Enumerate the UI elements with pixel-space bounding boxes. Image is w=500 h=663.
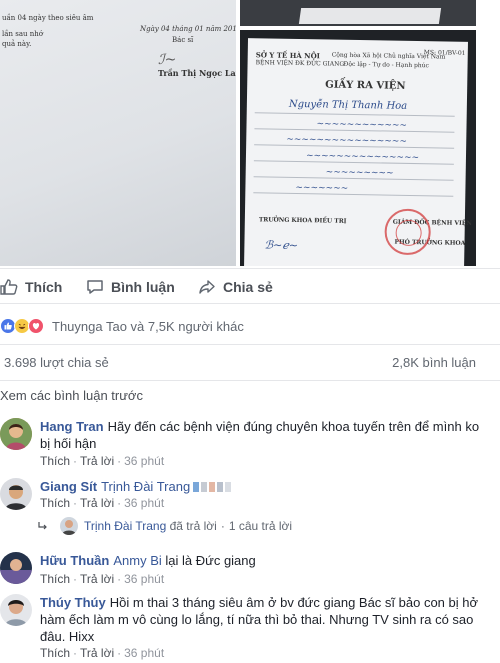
comment-reply-link[interactable]: Trả lời (80, 454, 114, 468)
reply-action: đã trả lời (169, 519, 217, 533)
replies-summary[interactable]: Trịnh Đài Trang đã trả lời · 1 câu trả lời (38, 516, 292, 536)
doc-handwriting: ~~~~~~~~~ (325, 167, 394, 179)
reactions-summary[interactable]: Thuynga Tao và 7,5K người khác (0, 314, 244, 338)
avatar[interactable] (0, 478, 32, 510)
comment-time[interactable]: 36 phút (124, 454, 164, 468)
doc-title: GIẤY RA VIỆN (325, 79, 406, 92)
comment-mention[interactable]: Anmy Bi (113, 553, 161, 568)
comment-body: Hang Tran Hãy đến các bệnh viện đúng chuy… (40, 418, 480, 452)
photo-discharge-paper[interactable]: SỞ Y TẾ HÀ NỘI BỆNH VIỆN ĐK ĐỨC GIANG Cộ… (240, 30, 476, 266)
doc-handwriting: ~~~~~~~~~~~~ (316, 119, 408, 131)
note-line: quả này. (2, 40, 32, 48)
note-date: Ngày 04 tháng 01 năm 2018 (140, 25, 236, 33)
share-icon (199, 280, 215, 294)
doc-rule (254, 112, 455, 117)
comment-like-link[interactable]: Thích (40, 646, 70, 660)
comment-author[interactable]: Thúy Thúy (40, 595, 106, 610)
doc-signature: ℬ~ℯ~ (264, 238, 299, 253)
comment-body: Thúy Thúy Hồi m thai 3 tháng siêu âm ở bv… (40, 594, 480, 645)
comment-author[interactable]: Giang Sít (40, 479, 97, 494)
comment-author[interactable]: Hang Tran (40, 419, 104, 434)
photo-top-strip[interactable] (240, 0, 476, 26)
comment-icon (87, 280, 103, 294)
comment-label: Bình luận (111, 279, 175, 295)
avatar[interactable] (0, 418, 32, 450)
divider (0, 344, 500, 345)
reply-count[interactable]: 1 câu trả lời (229, 519, 292, 533)
comment-time[interactable]: 36 phút (124, 496, 164, 510)
reaction-icons (0, 316, 52, 336)
comment-reply-link[interactable]: Trả lời (80, 496, 114, 510)
share-label: Chia sẻ (223, 279, 273, 295)
comment-like-link[interactable]: Thích (40, 496, 70, 510)
doc-rule (253, 192, 454, 197)
comment-like-link[interactable]: Thích (40, 454, 70, 468)
comment-reply-link[interactable]: Trả lời (80, 646, 114, 660)
photo-handwritten-note[interactable]: uần 04 ngày theo siêu âm lần sau nhớ quả… (0, 0, 236, 266)
doc-patient: Nguyễn Thị Thanh Hoa (288, 98, 408, 112)
like-label: Thích (25, 279, 63, 295)
discharge-document: SỞ Y TẾ HÀ NỘI BỆNH VIỆN ĐK ĐỨC GIANG Cộ… (244, 38, 472, 266)
comment-meta: Thích · Trả lời · 36 phút (40, 572, 165, 586)
avatar-image (60, 517, 78, 535)
comment-mention[interactable]: Trịnh Đài Trang (101, 479, 190, 494)
doc-dept-head: TRƯỞNG KHOA ĐIỀU TRỊ (258, 216, 347, 225)
comment-meta: Thích · Trả lời · 36 phút (40, 646, 165, 660)
comment-time[interactable]: 36 phút (124, 572, 164, 586)
doc-form-no: MS: 01/BV-01 (423, 49, 466, 57)
comment-body: Hữu Thuần Anmy Bi lại là Đức giang (40, 552, 480, 569)
shares-count[interactable]: 3.698 lượt chia sẻ (4, 355, 109, 370)
paper-strip (298, 8, 442, 24)
share-button[interactable]: Chia sẻ (198, 269, 273, 305)
reply-avatar (60, 517, 78, 535)
like-button[interactable]: Thích (0, 269, 62, 305)
signature-mark: ℐ~ (158, 52, 177, 68)
comment-text: lại là Đức giang (165, 553, 256, 568)
reply-arrow-icon (38, 522, 47, 530)
comment-meta: Thích · Trả lời · 36 phút (40, 454, 165, 468)
red-stamp (384, 208, 432, 256)
comments-count[interactable]: 2,8K bình luận (392, 355, 476, 370)
avatar[interactable] (0, 594, 32, 626)
comment-time[interactable]: 36 phút (124, 646, 164, 660)
avatar[interactable] (0, 552, 32, 584)
note-role: Bác sĩ (172, 36, 194, 44)
avatar-image (0, 478, 32, 510)
comment-button[interactable]: Bình luận (86, 269, 175, 305)
comment-body: Giang Sít Trịnh Đài Trang (40, 478, 480, 496)
comment-reply-link[interactable]: Trả lời (80, 572, 114, 586)
note-signer: Trần Thị Ngọc Lan (158, 68, 236, 78)
love-reaction-icon (28, 318, 44, 334)
doc-handwriting: ~~~~~~~ (295, 182, 349, 194)
reply-author[interactable]: Trịnh Đài Trang (84, 519, 166, 533)
post-photos: uần 04 ngày theo siêu âm lần sau nhớ quả… (0, 0, 500, 268)
avatar-image (0, 552, 32, 584)
doc-motto: Độc lập - Tự do - Hạnh phúc (343, 60, 429, 70)
note-line: lần sau nhớ (2, 30, 43, 38)
divider (0, 380, 500, 381)
post-stats: 3.698 lượt chia sẻ 2,8K bình luận (0, 352, 500, 374)
censored-blur (193, 479, 233, 496)
post-action-bar: Thích Bình luận Chia sẻ (0, 268, 500, 304)
comment-meta: Thích · Trả lời · 36 phút (40, 496, 165, 510)
comment-author[interactable]: Hữu Thuần (40, 553, 109, 568)
avatar-image (0, 594, 32, 626)
thumbs-up-icon (0, 279, 18, 295)
note-line: uần 04 ngày theo siêu âm (2, 14, 94, 22)
comment-like-link[interactable]: Thích (40, 572, 70, 586)
doc-handwriting: ~~~~~~~~~~~~~~~~ (286, 134, 407, 147)
reactions-text: Thuynga Tao và 7,5K người khác (52, 318, 244, 334)
doc-hospital: BỆNH VIỆN ĐK ĐỨC GIANG (255, 59, 345, 68)
avatar-image (0, 418, 32, 450)
comment-text: Hãy đến các bệnh viện đúng chuyên khoa t… (40, 419, 480, 451)
doc-handwriting: ~~~~~~~~~~~~~~~ (305, 151, 420, 164)
view-previous-comments-link[interactable]: Xem các bình luận trước (0, 388, 143, 403)
